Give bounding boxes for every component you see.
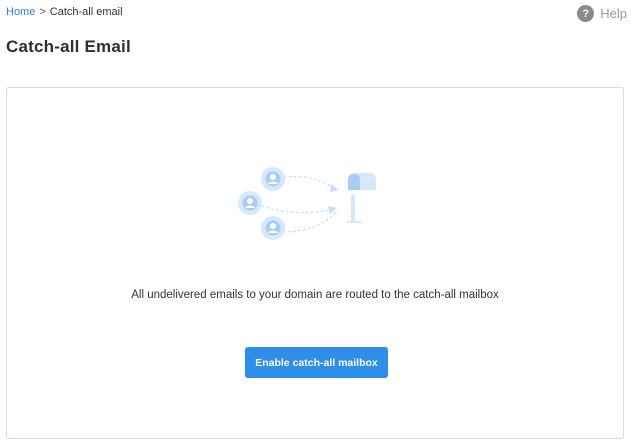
route-path-bottom bbox=[282, 211, 337, 233]
avatar-bottom-icon bbox=[261, 216, 285, 240]
mailbox-icon bbox=[347, 173, 376, 223]
route-path-middle bbox=[256, 203, 332, 214]
catch-all-illustration bbox=[238, 167, 376, 240]
enable-catch-all-button[interactable]: Enable catch-all mailbox bbox=[245, 347, 388, 378]
catch-all-card: All undelivered emails to your domain ar… bbox=[6, 87, 624, 439]
breadcrumb: Home > Catch-all email bbox=[6, 6, 123, 19]
breadcrumb-current: Catch-all email bbox=[49, 6, 123, 18]
help-label[interactable]: Help bbox=[600, 6, 627, 21]
help-icon[interactable]: ? bbox=[577, 5, 595, 22]
arrow-head-top bbox=[330, 184, 339, 192]
avatar-left-icon bbox=[238, 191, 262, 215]
route-path-top bbox=[278, 175, 335, 189]
page-title: Catch-all Email bbox=[6, 37, 131, 56]
avatar-top-icon bbox=[261, 167, 285, 191]
help-link[interactable]: ? Help bbox=[577, 5, 627, 22]
breadcrumb-separator: > bbox=[39, 6, 46, 18]
catch-all-description: All undelivered emails to your domain ar… bbox=[131, 289, 499, 301]
breadcrumb-home-link[interactable]: Home bbox=[6, 6, 35, 18]
